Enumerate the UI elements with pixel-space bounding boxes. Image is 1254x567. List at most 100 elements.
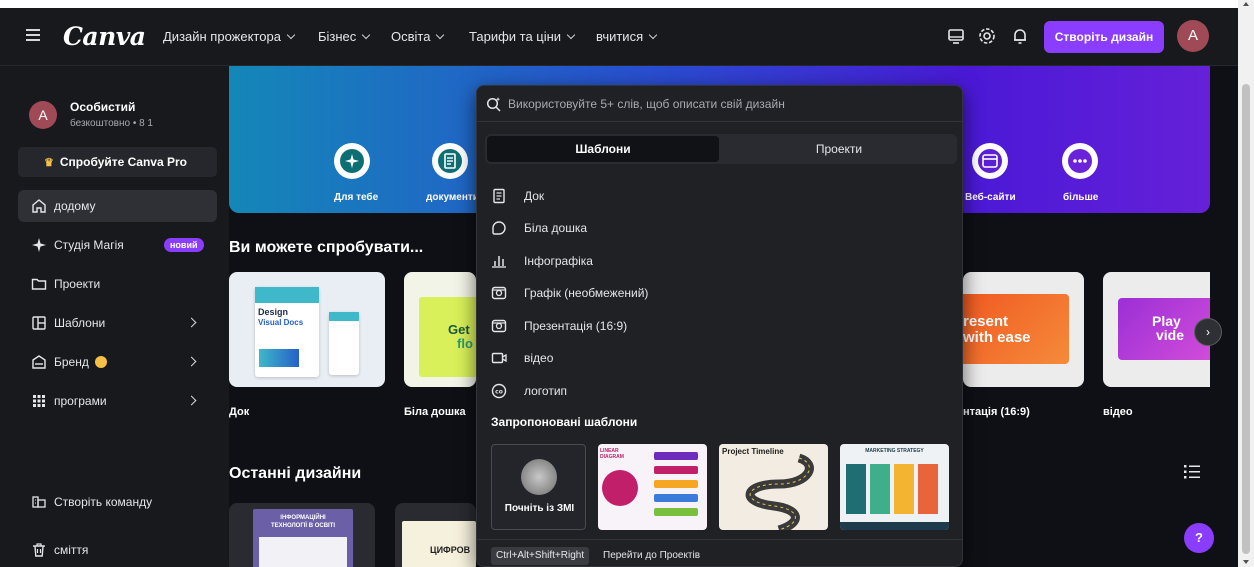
- sidebar-item-apps[interactable]: програми: [18, 385, 217, 417]
- menu-item-presentation[interactable]: Презентація (16:9): [477, 310, 962, 342]
- nav-item-pricing[interactable]: Тарифи та ціни: [469, 29, 576, 44]
- sidebar: A Особистий безкоштовно • 8 1 ♛ Спробуйте…: [0, 66, 229, 567]
- chevron-right-icon: [186, 356, 197, 367]
- hero-button-more[interactable]: [1062, 143, 1098, 179]
- template-art-bar: [654, 452, 698, 460]
- dropdown-footer: Ctrl+Alt+Shift+Right Перейти до Проектів: [477, 539, 962, 566]
- video-art-line2: vide: [1156, 327, 1185, 343]
- sidebar-item-home[interactable]: додому: [18, 190, 217, 222]
- whiteboard-art-line2: flo: [457, 336, 473, 351]
- try-card-doc[interactable]: Design Visual Docs: [229, 272, 385, 387]
- templates-icon: [32, 316, 46, 330]
- menu-item-video[interactable]: відео: [477, 342, 962, 374]
- try-pro-label: Спробуйте Canva Pro: [59, 155, 187, 169]
- desktop-app-icon[interactable]: [946, 26, 966, 46]
- menu-item-logo[interactable]: co логотип: [477, 375, 962, 407]
- page-scrollbar[interactable]: [1238, 0, 1254, 567]
- presentation-art-line1: resent: [963, 313, 1009, 330]
- nav-item-education[interactable]: Освіта: [391, 29, 445, 44]
- nav-item-business[interactable]: Бізнес: [318, 29, 371, 44]
- menu-item-graphic[interactable]: Графік (необмежений): [477, 277, 962, 309]
- template-label: Почніть із ЗМІ: [504, 503, 575, 514]
- nav-label: Бізнес: [318, 29, 357, 44]
- presentation-art-line2: with ease: [963, 329, 1031, 346]
- template-art-bar: [654, 466, 698, 474]
- recent-design-card[interactable]: ЦИФРОВ: [395, 503, 476, 567]
- template-project-timeline[interactable]: Project Timeline: [719, 444, 828, 530]
- list-view-icon[interactable]: [1184, 465, 1200, 479]
- template-marketing-strategy[interactable]: MARKETING STRATEGY: [840, 444, 949, 530]
- sidebar-item-magic-studio[interactable]: Студія Магія новий: [18, 229, 217, 261]
- sidebar-item-templates[interactable]: Шаблони: [18, 307, 217, 339]
- gear-icon[interactable]: [977, 26, 997, 46]
- recent-art-body: [259, 537, 347, 567]
- chevron-down-icon: [286, 30, 296, 40]
- template-art-column: [918, 464, 938, 514]
- carousel-next-button[interactable]: ›: [1194, 318, 1222, 346]
- template-title: LINEAR DIAGRAM: [600, 448, 624, 460]
- tab-templates[interactable]: Шаблони: [487, 136, 719, 162]
- keyboard-shortcut: Ctrl+Alt+Shift+Right: [491, 547, 590, 565]
- account-name[interactable]: Особистий: [70, 100, 135, 114]
- sidebar-item-brand[interactable]: Бренд: [18, 346, 217, 378]
- bell-icon[interactable]: [1010, 26, 1030, 46]
- hero-label-docs: документи: [426, 192, 479, 203]
- hero-label-websites: Веб-сайти: [965, 192, 1016, 203]
- menu-item-label: Презентація (16:9): [524, 319, 628, 333]
- scrollbar-thumb[interactable]: [1242, 84, 1250, 554]
- avatar[interactable]: A: [1177, 20, 1209, 52]
- video-art-line1: Play: [1152, 313, 1181, 329]
- doc-thumbnail-small: [329, 312, 359, 375]
- graphic-icon: [491, 286, 507, 300]
- menu-item-doc[interactable]: Док: [477, 180, 962, 212]
- go-to-projects-link[interactable]: Перейти до Проектів: [603, 550, 700, 561]
- create-design-button[interactable]: Створіть дизайн: [1044, 21, 1164, 53]
- hero-button-for-you[interactable]: [334, 143, 370, 179]
- try-pro-button[interactable]: ♛ Спробуйте Canva Pro: [18, 147, 217, 177]
- hero-button-websites[interactable]: [972, 143, 1008, 179]
- search-input[interactable]: [508, 95, 948, 113]
- canva-logo[interactable]: Canva: [63, 22, 146, 51]
- nav-item-design-spotlight[interactable]: Дизайн прожектора: [163, 29, 296, 44]
- chevron-right-icon: [186, 395, 197, 406]
- sidebar-item-label: Проекти: [54, 277, 101, 291]
- menu-item-infographic[interactable]: Інфографіка: [477, 245, 962, 277]
- try-card-whiteboard[interactable]: Get flo: [404, 272, 476, 387]
- recent-design-card[interactable]: ІНФОРМАЦІЙНІ ТЕХНОЛОГІЇ В ОСВІТІ: [229, 503, 375, 567]
- pro-crown-icon: [94, 356, 107, 368]
- template-art-column: [846, 464, 866, 514]
- template-start-from-media[interactable]: Почніть із ЗМІ: [491, 444, 586, 530]
- account-avatar[interactable]: A: [29, 101, 57, 129]
- sidebar-item-create-team[interactable]: Створіть команду: [18, 486, 217, 518]
- try-card-presentation[interactable]: resent with ease: [963, 272, 1084, 387]
- scroll-up-icon[interactable]: [1243, 2, 1249, 6]
- sidebar-item-label: Студія Магія: [54, 238, 124, 252]
- help-button[interactable]: ?: [1184, 523, 1214, 553]
- nav-item-learn[interactable]: вчитися: [596, 29, 658, 44]
- sidebar-item-label: додому: [54, 199, 96, 213]
- sidebar-item-projects[interactable]: Проекти: [18, 268, 217, 300]
- recent-design-thumb: ІНФОРМАЦІЙНІ ТЕХНОЛОГІЇ В ОСВІТІ: [253, 509, 353, 567]
- hero-label-more: більше: [1063, 192, 1099, 203]
- scroll-down-icon[interactable]: [1243, 560, 1249, 564]
- sidebar-item-trash[interactable]: сміття: [18, 534, 217, 566]
- template-art-column: [870, 464, 890, 514]
- recent-art-line1: ІНФОРМАЦІЙНІ: [280, 515, 326, 521]
- sidebar-item-label: сміття: [54, 543, 89, 557]
- try-section-title: Ви можете спробувати...: [229, 239, 424, 256]
- magic-search-icon: [486, 97, 501, 112]
- brand-icon: [32, 355, 46, 369]
- menu-item-whiteboard[interactable]: Біла дошка: [477, 212, 962, 244]
- menu-icon[interactable]: [26, 29, 40, 41]
- template-linear-diagram[interactable]: LINEAR DIAGRAM: [598, 444, 707, 530]
- sparkle-icon: [340, 149, 364, 173]
- logo-icon: co: [491, 383, 507, 399]
- chevron-down-icon: [362, 30, 371, 40]
- top-bar: Canva Дизайн прожектора Бізнес Освіта Та…: [0, 8, 1238, 66]
- chevron-right-icon: ›: [1206, 325, 1210, 339]
- menu-item-label: логотип: [524, 384, 568, 398]
- hero-button-docs[interactable]: [432, 143, 468, 179]
- tab-projects[interactable]: Проекти: [723, 136, 955, 162]
- doc-thumbnail-small-header: [329, 312, 359, 321]
- template-art-column: [894, 464, 914, 514]
